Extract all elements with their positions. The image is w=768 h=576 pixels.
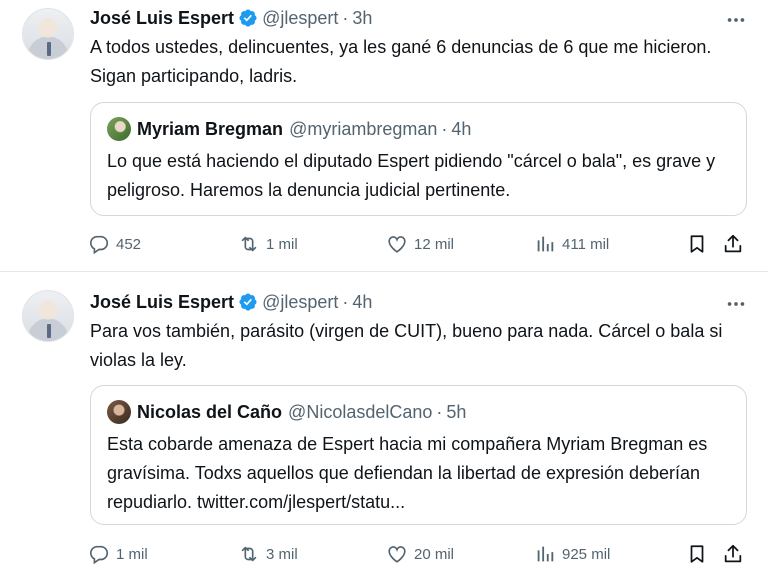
separator: · bbox=[436, 401, 443, 422]
quoted-time: 4h bbox=[451, 118, 472, 139]
tweet-text: A todos ustedes, delincuentes, ya les ga… bbox=[90, 37, 712, 86]
reply-count: 452 bbox=[116, 235, 142, 253]
tweet-actions: 452 1 mil 12 mil 411 mil bbox=[88, 232, 752, 256]
separator: · bbox=[441, 118, 448, 139]
bookmark-icon bbox=[690, 235, 704, 253]
tweet-header: José Luis Espert @jlespert · 3h bbox=[90, 6, 372, 30]
bookmark-button[interactable] bbox=[686, 232, 708, 256]
reply-button[interactable]: 452 bbox=[88, 232, 141, 256]
tweet-text: Para vos también, parásito (virgen de CU… bbox=[90, 321, 723, 370]
verified-badge-icon bbox=[238, 8, 258, 28]
avatar[interactable] bbox=[22, 8, 74, 60]
retweet-button[interactable]: 3 mil bbox=[238, 542, 298, 566]
views-button[interactable]: 411 mil bbox=[534, 232, 609, 256]
more-options-icon[interactable] bbox=[724, 292, 748, 316]
retweet-count: 1 mil bbox=[266, 235, 298, 253]
bookmark-icon bbox=[690, 545, 704, 563]
share-button[interactable] bbox=[722, 542, 744, 566]
quoted-text: Lo que está haciendo el diputado Espert … bbox=[107, 151, 716, 200]
quoted-avatar bbox=[107, 400, 131, 424]
like-count: 12 mil bbox=[414, 235, 455, 253]
more-options-icon[interactable] bbox=[724, 8, 748, 32]
quoted-tweet[interactable]: Nicolas del Caño @NicolasdelCano · 5h Es… bbox=[90, 385, 747, 525]
avatar[interactable] bbox=[22, 290, 74, 342]
like-icon bbox=[388, 236, 406, 253]
like-button[interactable]: 12 mil bbox=[386, 232, 454, 256]
share-button[interactable] bbox=[722, 232, 744, 256]
tweet[interactable]: José Luis Espert @jlespert · 4h Para vos… bbox=[0, 272, 768, 576]
author-name[interactable]: José Luis Espert bbox=[90, 292, 234, 313]
separator: · bbox=[342, 291, 349, 312]
quoted-tweet-header: Nicolas del Caño @NicolasdelCano · 5h bbox=[107, 400, 466, 424]
separator: · bbox=[342, 7, 349, 28]
quoted-author-name: Nicolas del Caño bbox=[137, 401, 283, 422]
tweet[interactable]: José Luis Espert @jlespert · 3h A todos … bbox=[0, 0, 768, 272]
views-count: 411 mil bbox=[562, 235, 610, 253]
quoted-time: 5h bbox=[446, 401, 467, 422]
like-icon bbox=[388, 546, 406, 563]
quoted-author-handle: @NicolasdelCano bbox=[288, 401, 433, 422]
retweet-button[interactable]: 1 mil bbox=[238, 232, 298, 256]
views-count: 925 mil bbox=[562, 545, 611, 563]
reply-icon bbox=[90, 235, 109, 255]
reply-icon bbox=[90, 545, 109, 565]
share-icon bbox=[724, 544, 742, 563]
quoted-avatar bbox=[107, 117, 131, 141]
quoted-tweet-header: Myriam Bregman @myriambregman · 4h bbox=[107, 117, 471, 141]
share-icon bbox=[724, 234, 742, 253]
views-icon bbox=[537, 236, 554, 252]
retweet-icon bbox=[241, 236, 257, 252]
reply-count: 1 mil bbox=[116, 545, 148, 563]
tweet-time[interactable]: 3h bbox=[352, 8, 372, 29]
tweet-time[interactable]: 4h bbox=[352, 292, 372, 313]
quoted-tweet[interactable]: Myriam Bregman @myriambregman · 4h Lo qu… bbox=[90, 102, 747, 216]
quoted-text: Esta cobarde amenaza de Espert hacia mi … bbox=[107, 434, 708, 512]
like-button[interactable]: 20 mil bbox=[386, 542, 454, 566]
views-button[interactable]: 925 mil bbox=[534, 542, 610, 566]
bookmark-button[interactable] bbox=[686, 542, 708, 566]
tweet-header: José Luis Espert @jlespert · 4h bbox=[90, 290, 372, 314]
author-handle[interactable]: @jlespert bbox=[262, 8, 338, 29]
retweet-count: 3 mil bbox=[266, 545, 298, 563]
quoted-author-name: Myriam Bregman bbox=[137, 118, 284, 139]
quoted-author-handle: @myriambregman bbox=[289, 118, 438, 139]
tweet-actions: 1 mil 3 mil 20 mil 925 mil bbox=[88, 542, 752, 566]
author-handle[interactable]: @jlespert bbox=[262, 292, 338, 313]
verified-badge-icon bbox=[238, 292, 258, 312]
author-name[interactable]: José Luis Espert bbox=[90, 8, 234, 29]
reply-button[interactable]: 1 mil bbox=[88, 542, 148, 566]
views-icon bbox=[537, 546, 554, 562]
retweet-icon bbox=[241, 546, 257, 562]
like-count: 20 mil bbox=[414, 545, 455, 563]
